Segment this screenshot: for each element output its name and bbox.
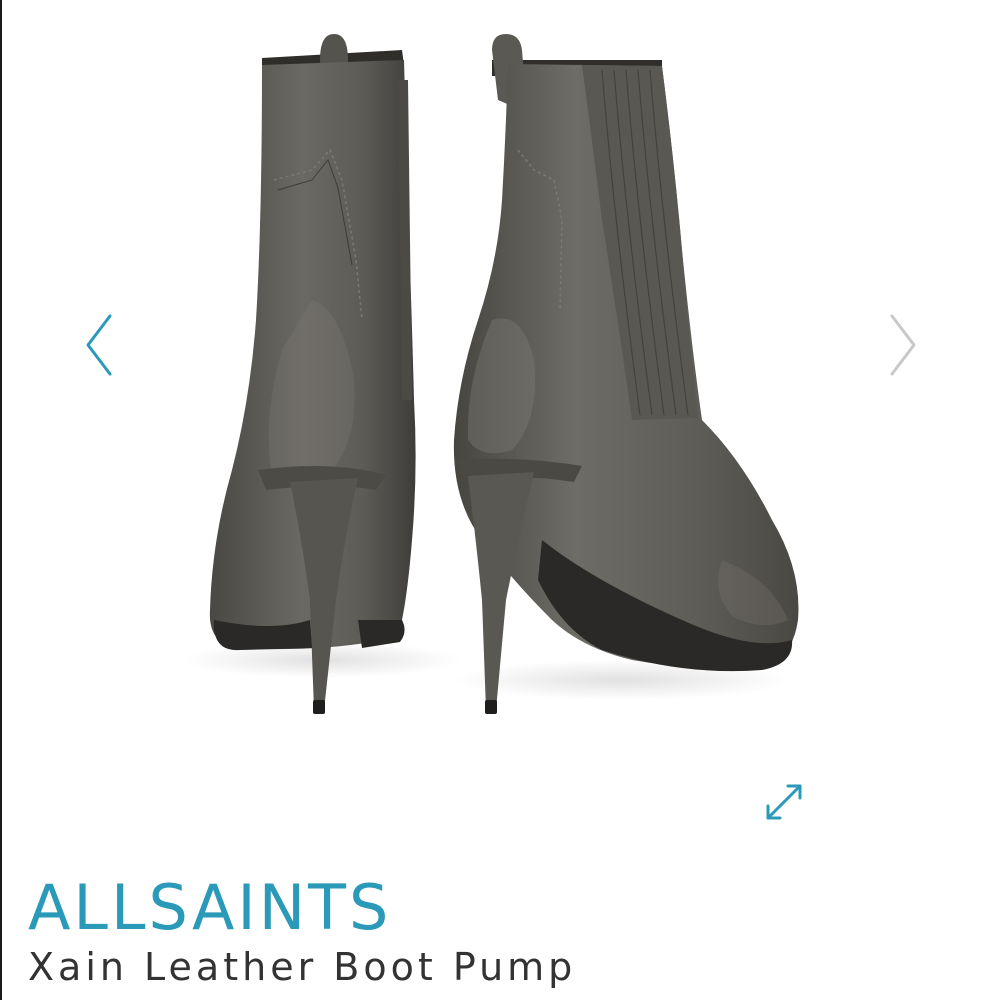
product-image[interactable] [162, 20, 842, 740]
right-boot [453, 34, 799, 714]
product-title: Xain Leather Boot Pump [28, 945, 577, 989]
previous-image-button[interactable] [80, 310, 120, 380]
chevron-left-icon [86, 314, 112, 376]
product-image-gallery [2, 0, 1000, 860]
product-brand[interactable]: ALLSAINTS [28, 872, 391, 944]
expand-image-button[interactable] [760, 778, 808, 826]
chevron-right-icon [890, 314, 916, 376]
next-image-button[interactable] [882, 310, 922, 380]
expand-arrows-icon [766, 784, 802, 820]
left-boot [209, 34, 416, 714]
